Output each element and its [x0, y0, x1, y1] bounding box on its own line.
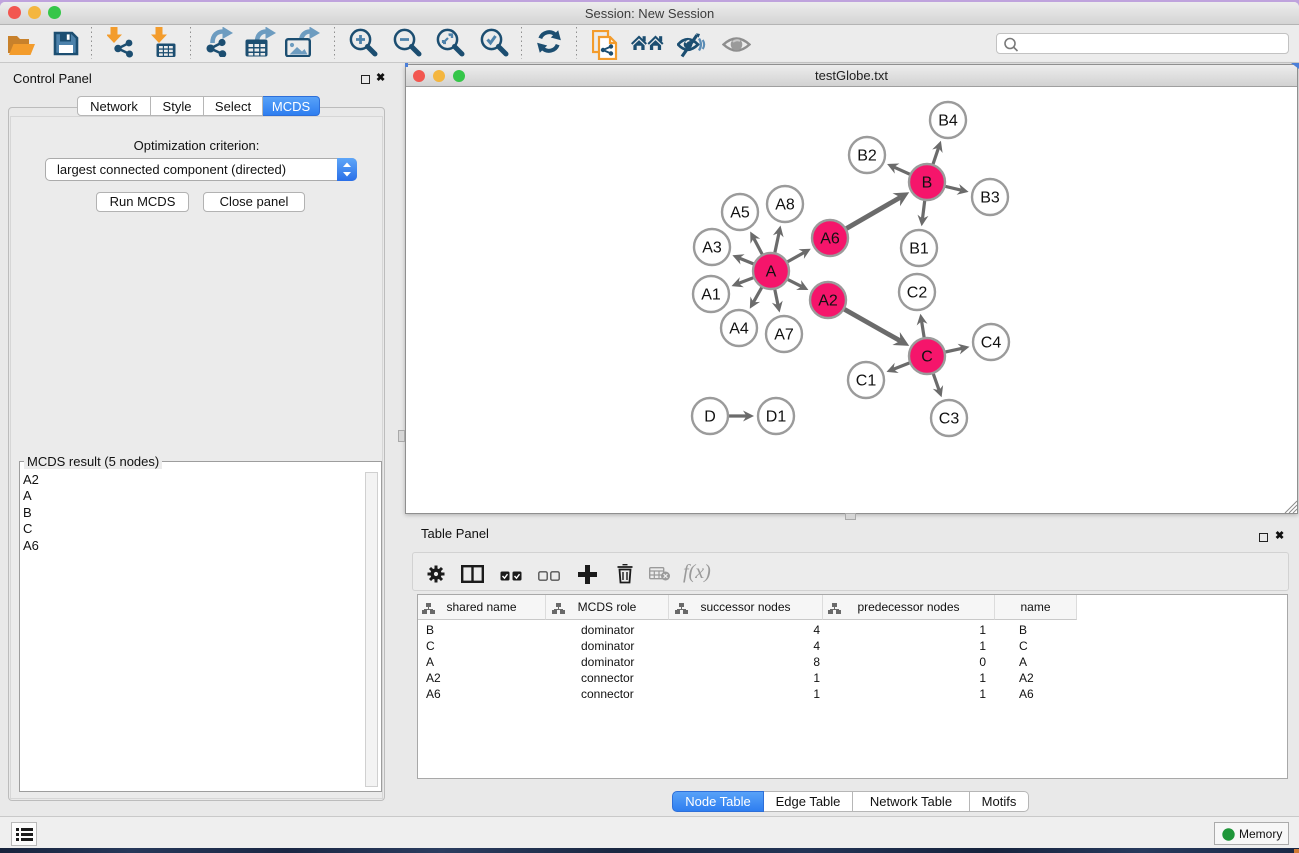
svg-text:B4: B4	[938, 113, 958, 130]
svg-text:A1: A1	[701, 287, 721, 304]
svg-text:C1: C1	[856, 373, 877, 390]
svg-text:A5: A5	[730, 205, 750, 222]
svg-text:A: A	[766, 264, 777, 281]
svg-text:A7: A7	[774, 327, 794, 344]
svg-text:A4: A4	[729, 321, 749, 338]
svg-text:C4: C4	[981, 335, 1002, 352]
svg-text:A3: A3	[702, 240, 722, 257]
svg-text:C2: C2	[907, 285, 928, 302]
svg-text:B: B	[922, 175, 933, 192]
svg-text:D: D	[704, 409, 716, 426]
svg-text:C3: C3	[939, 411, 960, 428]
svg-text:B3: B3	[980, 190, 1000, 207]
svg-text:A8: A8	[775, 197, 795, 214]
svg-text:A6: A6	[820, 231, 840, 248]
svg-text:A2: A2	[818, 293, 838, 310]
svg-text:B1: B1	[909, 241, 929, 258]
svg-text:D1: D1	[766, 409, 787, 426]
svg-text:B2: B2	[857, 148, 877, 165]
svg-text:C: C	[921, 349, 933, 366]
